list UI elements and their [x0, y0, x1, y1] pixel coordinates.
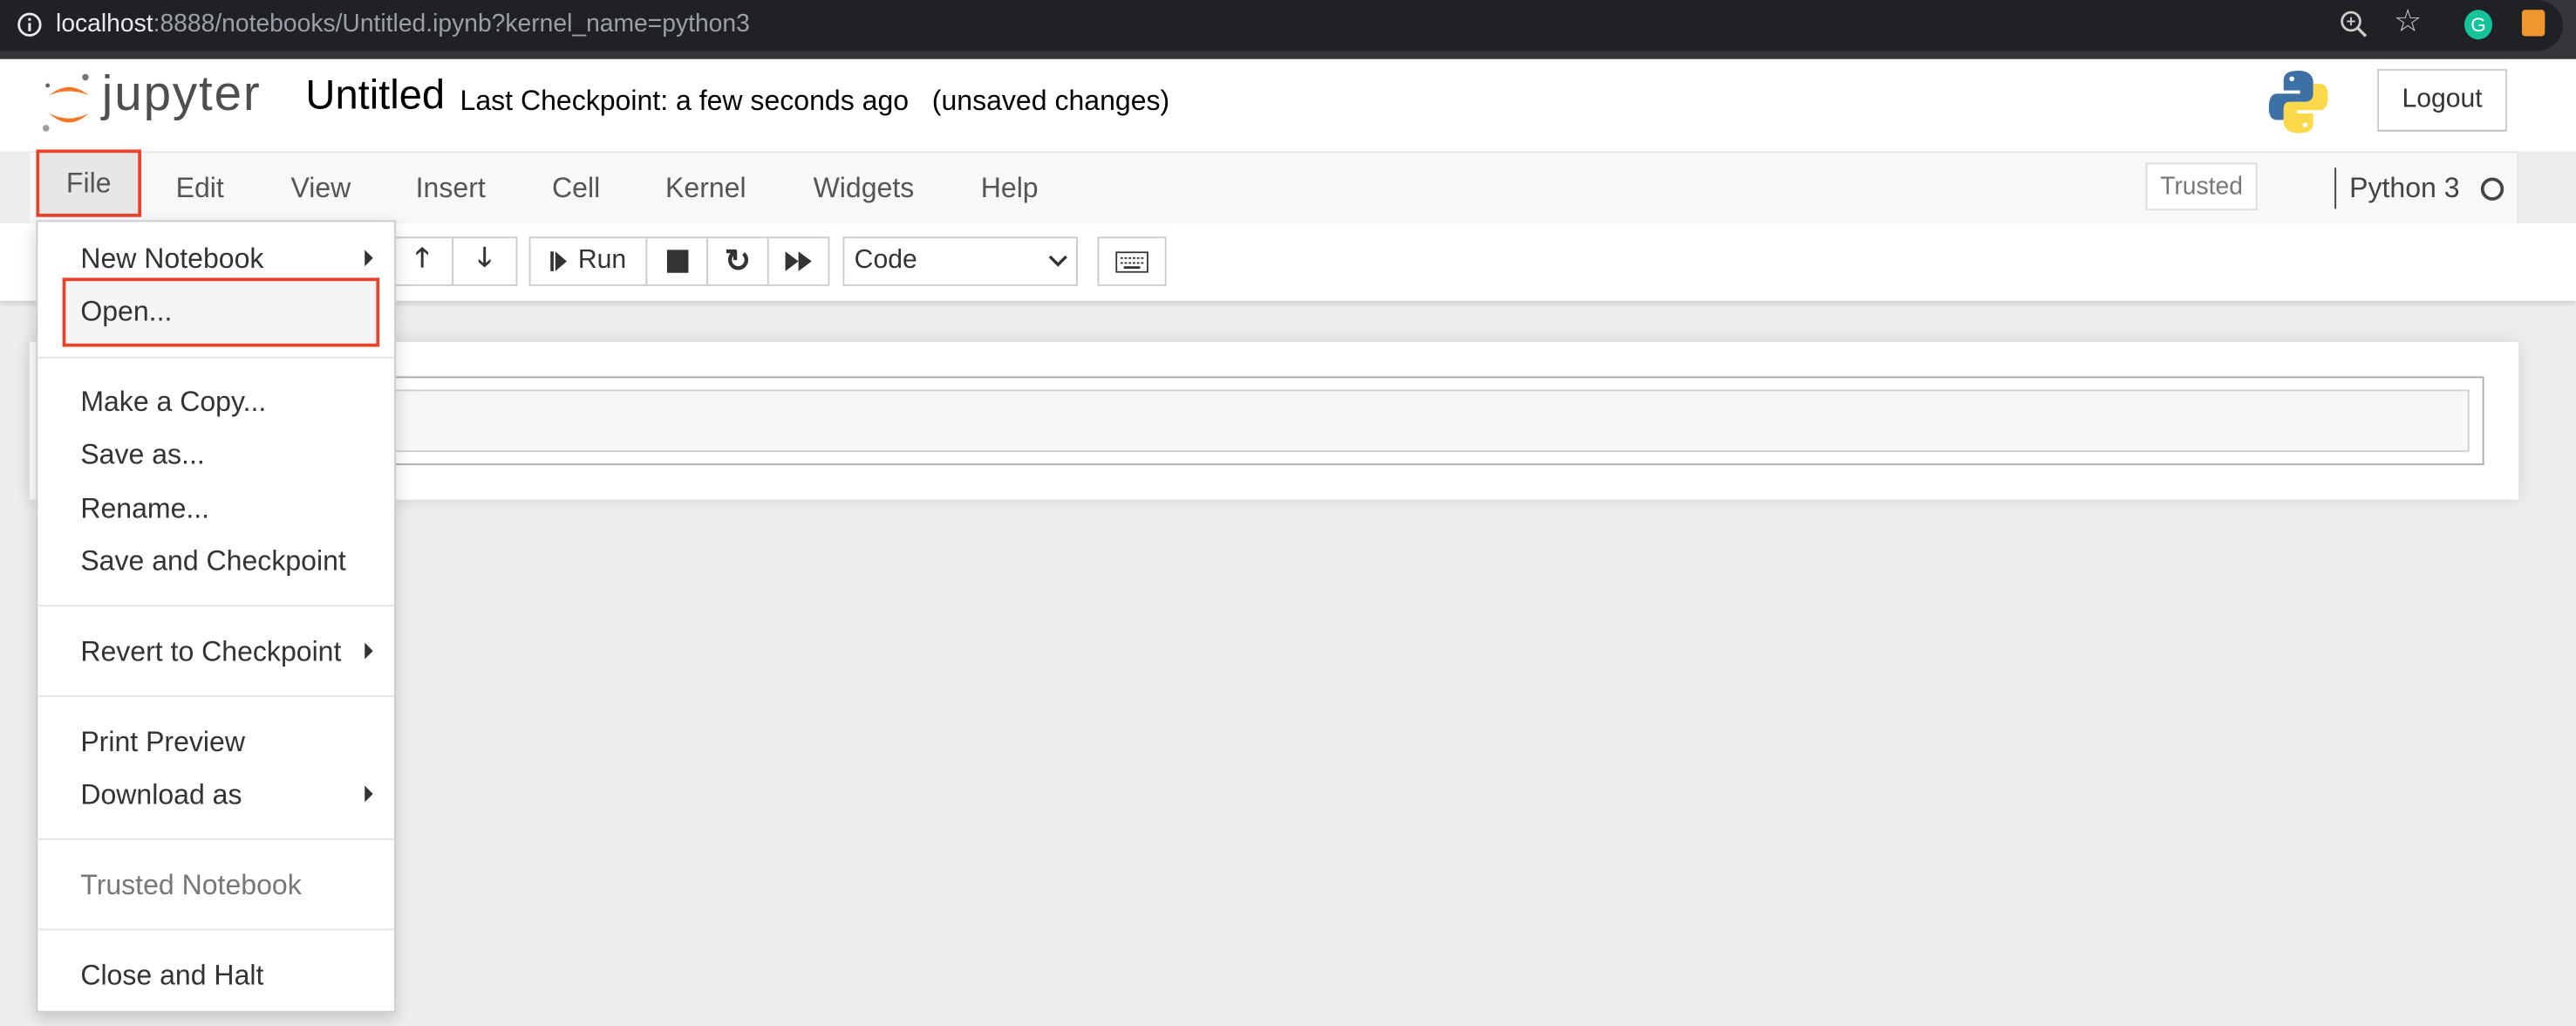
menu-insert[interactable]: Insert: [416, 173, 486, 206]
menu-divider: [37, 928, 395, 931]
jupyter-logo-icon[interactable]: [39, 69, 99, 138]
command-palette-button[interactable]: [1097, 236, 1167, 286]
cell-type-value: Code: [854, 246, 917, 275]
caret-right-icon: [365, 642, 373, 660]
python-logo-icon: [2268, 71, 2328, 133]
step-forward-icon: [549, 251, 567, 271]
menu-item-save-checkpoint[interactable]: Save and Checkpoint: [80, 545, 345, 578]
trusted-badge[interactable]: Trusted: [2145, 162, 2258, 211]
stop-icon: [665, 250, 688, 273]
interrupt-button[interactable]: [645, 236, 709, 286]
url-text[interactable]: localhost:8888/notebooks/Untitled.ipynb?…: [56, 10, 750, 38]
notebook-title[interactable]: Untitled: [305, 72, 445, 120]
arrow-up-icon: 🡑: [415, 243, 430, 272]
move-up-button[interactable]: 🡑: [391, 236, 453, 286]
address-bar[interactable]: localhost:8888/notebooks/Untitled.ipynb?…: [0, 0, 2564, 51]
cell-input[interactable]: [229, 389, 2470, 453]
menu-item-revert-checkpoint[interactable]: Revert to Checkpoint: [80, 636, 341, 669]
url-path: :8888/notebooks/Untitled.ipynb?kernel_na…: [153, 10, 750, 38]
menu-item-download-as[interactable]: Download as: [80, 779, 242, 812]
menu-item-open[interactable]: Open...: [80, 296, 172, 329]
restart-icon: ↻: [724, 243, 751, 279]
file-menu-dropdown: New Notebook Open... Make a Copy... Save…: [36, 220, 397, 1013]
menu-divider: [37, 694, 395, 697]
kernel-name[interactable]: Python 3: [2349, 173, 2459, 206]
browser-bar: localhost:8888/notebooks/Untitled.ipynb?…: [0, 0, 2576, 59]
menu-item-make-copy[interactable]: Make a Copy...: [80, 386, 266, 420]
caret-right-icon: [365, 785, 373, 803]
menu-edit[interactable]: Edit: [176, 173, 224, 206]
extension-icon[interactable]: [2521, 10, 2545, 37]
menu-kernel[interactable]: Kernel: [665, 173, 746, 206]
menu-item-trusted-notebook: Trusted Notebook: [80, 869, 302, 901]
run-button[interactable]: Run: [528, 236, 648, 286]
menu-file[interactable]: File: [36, 149, 142, 217]
restart-run-all-button[interactable]: [767, 236, 830, 286]
star-icon[interactable]: ☆: [2394, 3, 2422, 41]
url-host: localhost: [56, 10, 153, 38]
arrow-down-icon: 🡓: [477, 243, 492, 272]
menu-item-rename[interactable]: Rename...: [80, 493, 209, 526]
chevron-down-icon: [1048, 255, 1067, 267]
menu-item-new-notebook[interactable]: New Notebook: [80, 243, 263, 277]
restart-button[interactable]: ↻: [706, 236, 769, 286]
menu-widgets[interactable]: Widgets: [814, 173, 915, 206]
fast-forward-icon: [785, 251, 812, 271]
menu-help[interactable]: Help: [981, 173, 1039, 206]
menu-item-save-as[interactable]: Save as...: [80, 439, 204, 472]
move-down-button[interactable]: 🡓: [452, 236, 518, 286]
autosave-status: (unsaved changes): [931, 85, 1170, 117]
kernel-idle-icon: [2480, 177, 2504, 201]
cell-type-select[interactable]: Code: [842, 236, 1078, 286]
last-checkpoint: Last Checkpoint: a few seconds ago: [460, 85, 910, 117]
logout-button[interactable]: Logout: [2377, 69, 2507, 132]
menu-divider: [37, 838, 395, 840]
notebook-container: [29, 341, 2519, 500]
menu-item-print-preview[interactable]: Print Preview: [80, 727, 245, 760]
menu-divider: [37, 356, 395, 359]
code-cell[interactable]: [213, 376, 2484, 466]
checkpoint-status: Last Checkpoint: a few seconds ago (unsa…: [460, 86, 1170, 119]
jupyter-logo-text: jupyter: [101, 67, 262, 122]
menubar: File Edit View Insert Cell Kernel Widget…: [29, 149, 2519, 226]
grammarly-icon[interactable]: G: [2464, 10, 2493, 40]
menu-cell[interactable]: Cell: [552, 173, 600, 206]
run-label: Run: [577, 246, 627, 275]
info-icon[interactable]: [17, 11, 43, 38]
caret-right-icon: [365, 250, 373, 267]
header: jupyter Untitled Last Checkpoint: a few …: [0, 58, 2576, 152]
kernel-divider: [2334, 168, 2337, 209]
menu-item-close-halt[interactable]: Close and Halt: [80, 960, 263, 993]
menu-view[interactable]: View: [290, 173, 351, 206]
menu-divider: [37, 605, 395, 607]
keyboard-icon: [1115, 250, 1148, 272]
zoom-icon[interactable]: [2340, 10, 2369, 39]
